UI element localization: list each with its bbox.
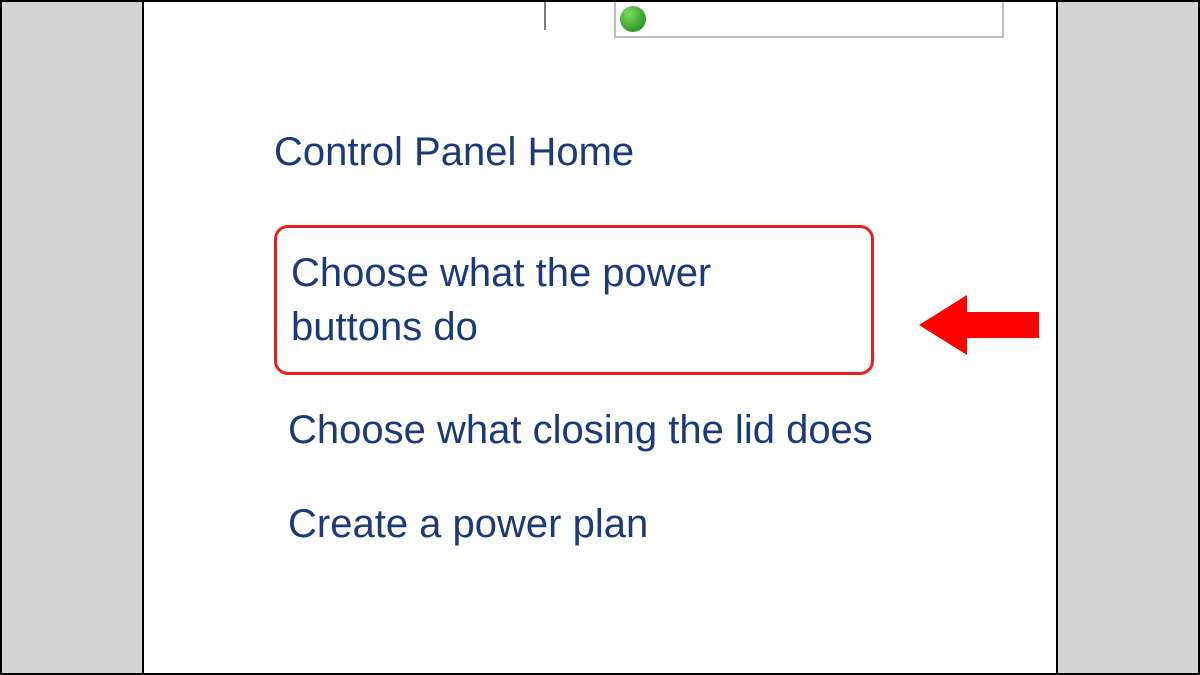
highlight-box: Choose what the power buttons do <box>274 225 874 375</box>
red-arrow-icon <box>919 290 1039 360</box>
link-choose-power-buttons[interactable]: Choose what the power buttons do <box>291 246 849 354</box>
sidebar-link-list: Choose what the power buttons do Choose … <box>274 225 894 551</box>
control-panel-sidebar-panel: Control Panel Home Choose what the power… <box>142 0 1058 675</box>
top-info-box <box>614 0 1004 38</box>
link-create-power-plan[interactable]: Create a power plan <box>274 497 874 551</box>
top-divider <box>544 0 546 30</box>
link-choose-closing-lid[interactable]: Choose what closing the lid does <box>274 403 874 457</box>
status-icon <box>620 6 646 32</box>
control-panel-home-heading[interactable]: Control Panel Home <box>274 130 634 175</box>
